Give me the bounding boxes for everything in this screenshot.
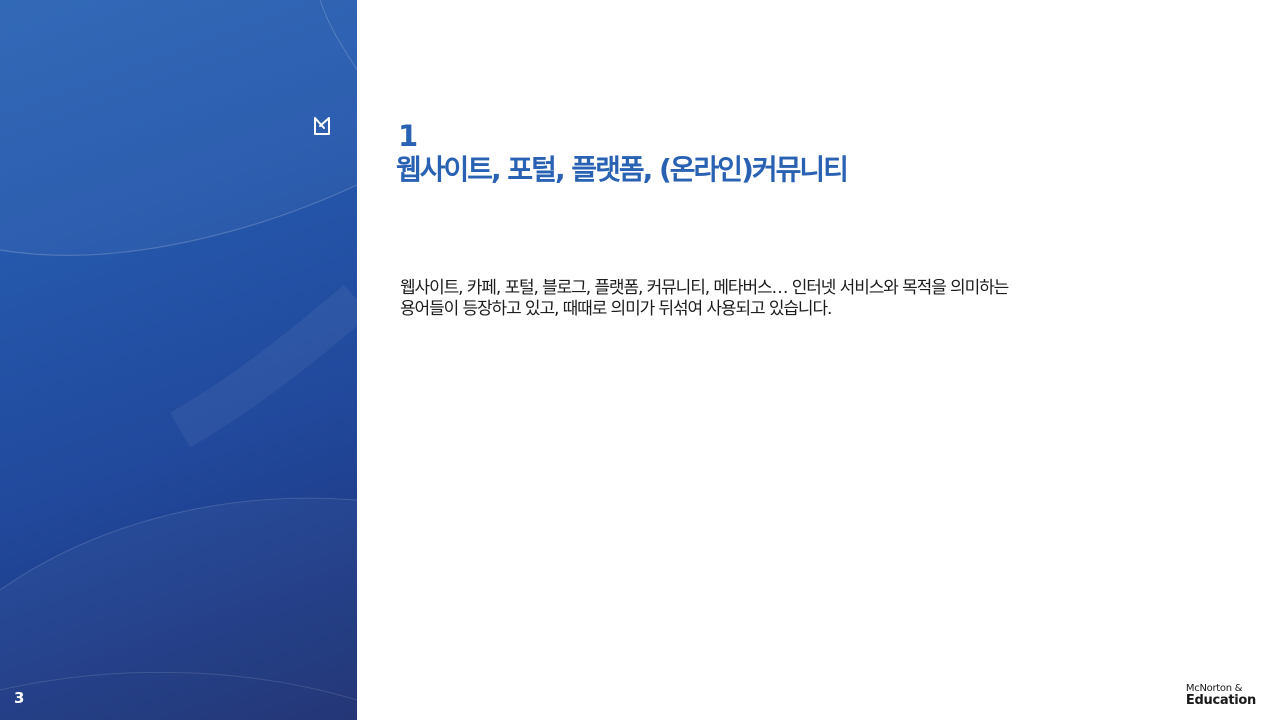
side-decorative-panel: 3 [0, 0, 357, 720]
background-waves [0, 0, 357, 701]
body-paragraph: 웹사이트, 카페, 포털, 블로그, 플랫폼, 커뮤니티, 메타버스… 인터넷 … [400, 278, 1160, 320]
publisher-monogram-icon [314, 117, 330, 135]
slide: 3 1 웹사이트, 포털, 플랫폼, (온라인)커뮤니티 웹사이트, 카페, 포… [0, 0, 1280, 720]
section-number: 1 [398, 119, 419, 153]
body-line: 웹사이트, 카페, 포털, 블로그, 플랫폼, 커뮤니티, 메타버스… 인터넷 … [400, 278, 1009, 298]
slide-title: 웹사이트, 포털, 플랫폼, (온라인)커뮤니티 [396, 153, 849, 186]
publisher-logo-line2: Education [1185, 693, 1256, 708]
publisher-logo: McNorton & Education [1186, 683, 1256, 708]
body-line: 용어들이 등장하고 있고, 때때로 의미가 뒤섞여 사용되고 있습니다. [400, 299, 832, 319]
page-number: 3 [14, 689, 25, 707]
